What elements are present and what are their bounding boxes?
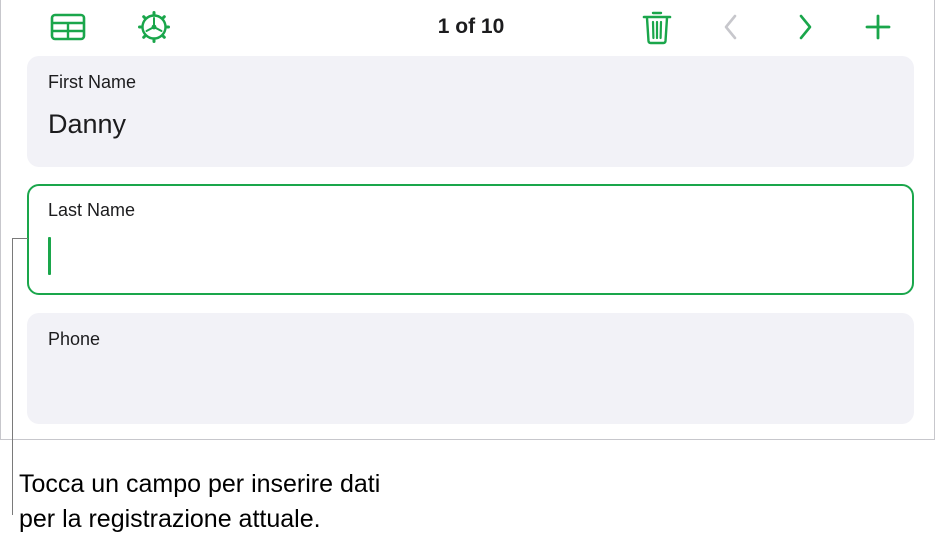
toolbar: 1 of 10 — [1, 0, 935, 54]
field-label: Phone — [48, 329, 101, 349]
field-label: Last Name — [48, 200, 136, 220]
text-cursor — [48, 237, 51, 275]
chevron-left-icon — [724, 14, 737, 40]
callout-leader-line — [12, 238, 13, 515]
gear-icon — [138, 11, 170, 43]
record-counter: 1 of 10 — [437, 15, 505, 38]
callout-line: per la registrazione attuale. — [19, 505, 321, 533]
callout-text: Tocca un campo per inserire dati per la … — [19, 467, 479, 537]
table-icon — [50, 13, 86, 41]
chevron-right-icon — [799, 14, 812, 40]
field-value[interactable]: Danny — [48, 109, 126, 140]
add-record-button[interactable] — [858, 8, 898, 46]
field-last-name[interactable]: Last Name — [27, 184, 914, 295]
table-button[interactable] — [48, 8, 88, 46]
callout-leader-line — [12, 238, 28, 239]
settings-button[interactable] — [134, 8, 174, 46]
form-panel: 1 of 10 First Name Danny Last Name Phone — [0, 0, 935, 440]
field-phone[interactable]: Phone — [27, 313, 914, 424]
callout-line: Tocca un campo per inserire dati — [19, 470, 381, 498]
previous-record-button[interactable] — [711, 8, 751, 46]
trash-icon — [642, 11, 672, 45]
field-label: First Name — [48, 72, 137, 92]
next-record-button[interactable] — [785, 8, 825, 46]
delete-button[interactable] — [637, 8, 677, 46]
plus-icon — [865, 14, 891, 40]
field-first-name[interactable]: First Name Danny — [27, 56, 914, 167]
